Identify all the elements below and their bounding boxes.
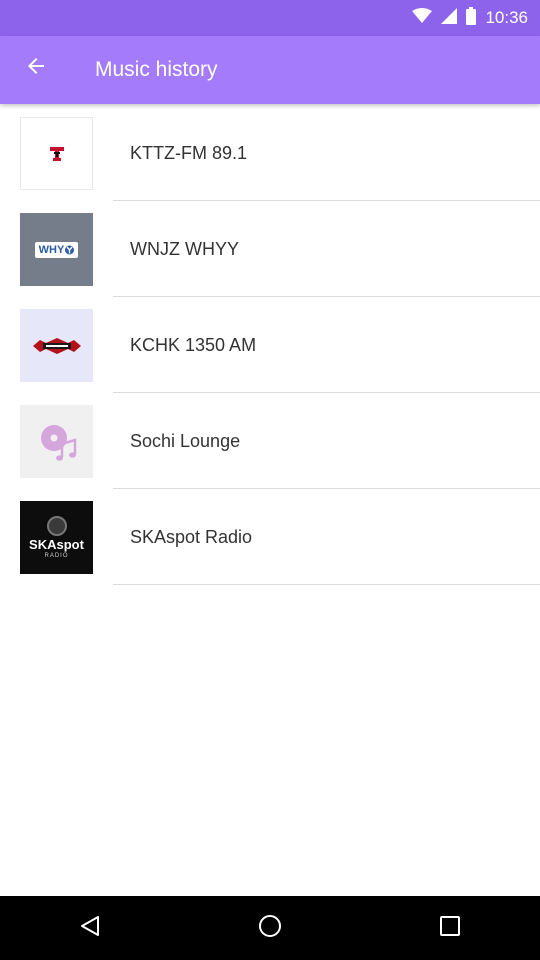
station-list: KTTZ-FM 89.1 WHY WNJZ WHYY KCHK 1350 AM [0,105,540,585]
nav-recents-icon [439,915,461,942]
status-time: 10:36 [485,8,528,27]
list-item-sochi-lounge[interactable]: Sochi Lounge [0,393,540,489]
station-logo [20,117,93,190]
app-bar: Music history [0,36,540,104]
music-disc-note-icon [40,424,76,461]
page-title: Music history [95,58,218,81]
vinyl-record-icon [46,515,67,536]
list-item-skaspot[interactable]: SKAspot RADIO SKAspot Radio [0,489,540,585]
nav-back-icon [80,915,100,942]
nav-back-button[interactable] [58,896,122,960]
station-logo: SKAspot RADIO [20,501,93,574]
station-name: WNJZ WHYY [130,239,239,259]
whyy-y-icon [65,245,75,254]
station-name: Sochi Lounge [130,431,241,451]
list-item-kchk[interactable]: KCHK 1350 AM [0,297,540,393]
nav-home-button[interactable] [238,896,302,960]
list-item-kttz[interactable]: KTTZ-FM 89.1 [0,105,540,201]
nav-home-icon [258,914,282,943]
station-logo [20,405,93,478]
status-bar: 10:36 [0,0,540,36]
cellular-signal-icon [441,7,458,29]
divider [113,584,540,585]
station-name: SKAspot Radio [130,527,253,547]
station-logo [20,309,93,382]
status-icons: 10:36 [412,0,528,36]
kchk-logo-icon [32,337,81,354]
station-tt-logo-icon [49,146,64,161]
battery-icon [466,6,477,30]
station-name: KCHK 1350 AM [130,335,257,355]
list-item-wnjz[interactable]: WHY WNJZ WHYY [0,201,540,297]
arrow-back-icon [26,56,46,81]
system-nav-bar [0,896,540,960]
whyy-logo: WHY [34,241,79,258]
wifi-icon [412,7,433,29]
station-logo: WHY [20,213,93,286]
back-button[interactable] [12,44,60,92]
nav-recents-button[interactable] [418,896,482,960]
station-name: KTTZ-FM 89.1 [130,143,248,163]
